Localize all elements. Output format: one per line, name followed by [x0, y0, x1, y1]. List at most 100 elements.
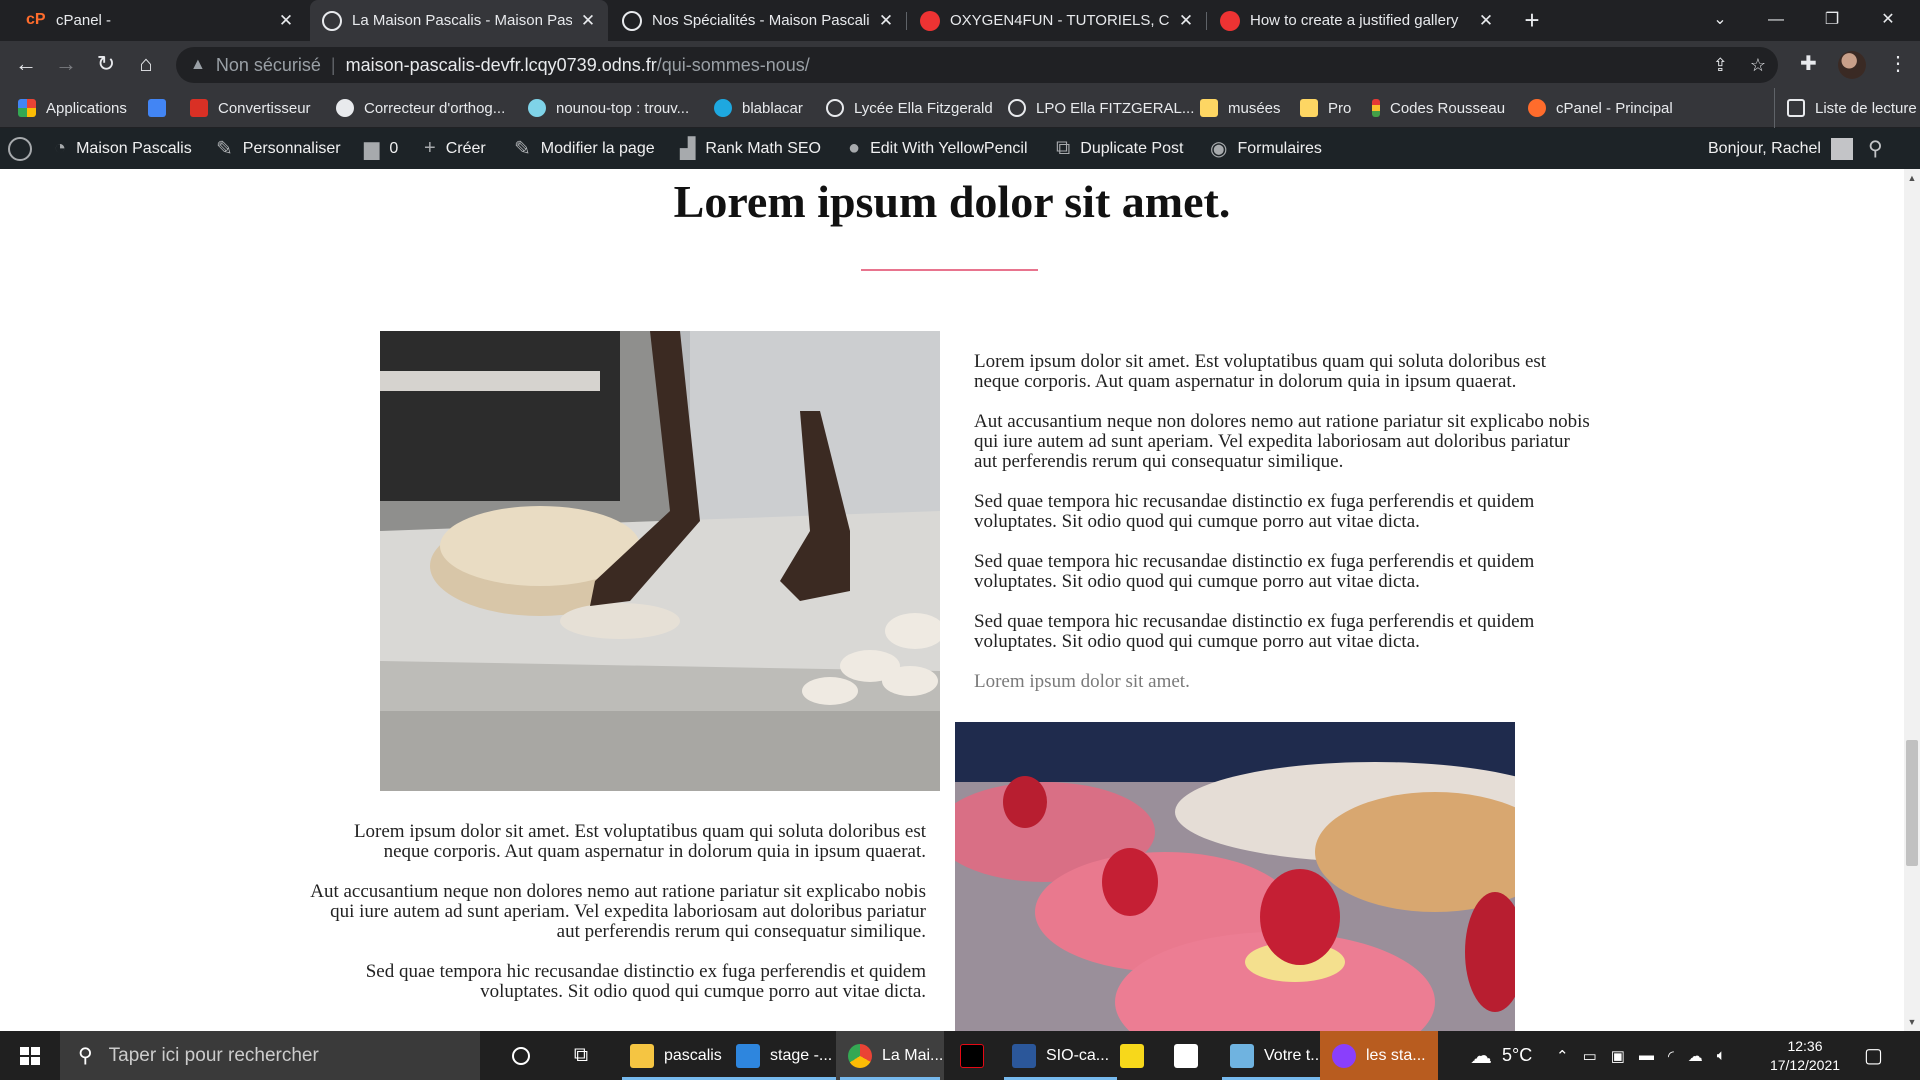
intro-text-left: Lorem ipsum dolor sit amet. Est voluptat…	[310, 822, 926, 1022]
back-button[interactable]: ←	[12, 51, 40, 79]
close-tab-icon[interactable]: ✕	[1178, 11, 1194, 31]
scrollbar-thumb[interactable]	[1906, 740, 1918, 866]
taskbar-app-messenger[interactable]: les sta...	[1320, 1031, 1438, 1080]
chevron-up-icon[interactable]: ⌃	[1556, 1047, 1569, 1065]
close-window-button[interactable]: ✕	[1860, 0, 1916, 41]
page-scrollbar[interactable]	[1904, 169, 1920, 1031]
taskbar-app-notion[interactable]	[1166, 1031, 1206, 1080]
wp-customize[interactable]: ✎ Personnaliser	[216, 128, 341, 169]
wp-comments[interactable]: ▆ 0	[364, 128, 398, 169]
close-tab-icon[interactable]: ✕	[580, 11, 596, 31]
bookmark-lycee-ella[interactable]: Lycée Ella Fitzgerald	[826, 88, 993, 128]
wp-yellowpencil[interactable]: ● Edit With YellowPencil	[848, 128, 1028, 169]
bookmark-correcteur[interactable]: Correcteur d'orthog...	[336, 88, 505, 128]
bookmark-translate[interactable]	[148, 88, 176, 128]
battery-icon[interactable]: ▬	[1639, 1047, 1654, 1064]
reload-button[interactable]: ↻	[92, 51, 120, 79]
taskbar-app-netflix[interactable]	[952, 1031, 992, 1080]
restore-button[interactable]: ❐	[1804, 0, 1860, 41]
camera-icon[interactable]: ▣	[1611, 1047, 1625, 1065]
extensions-puzzle-icon[interactable]: ✚	[1800, 51, 1817, 76]
taskbar-clock[interactable]: 12:36 17/12/2021	[1760, 1037, 1850, 1075]
wifi-icon[interactable]: ◜	[1668, 1047, 1674, 1065]
tab-oxygen4fun[interactable]: OXYGEN4FUN - TUTORIELS, CONSEILS ✕	[908, 0, 1206, 41]
minimize-button[interactable]: —	[1748, 0, 1804, 41]
google-translate-icon	[148, 99, 166, 117]
wp-new-content[interactable]: + Créer	[424, 128, 486, 169]
pastry-photo	[955, 722, 1515, 1031]
bookmark-folder-musees[interactable]: musées	[1200, 88, 1281, 128]
wp-logo-menu[interactable]	[8, 128, 42, 169]
oxygen4fun-icon	[920, 10, 940, 31]
bookmark-nounou-top[interactable]: nounou-top : trouv...	[528, 88, 689, 128]
bookmark-blablacar[interactable]: blablacar	[714, 88, 803, 128]
scroll-up-arrow-icon[interactable]: ▲	[1906, 172, 1918, 184]
wp-my-account[interactable]: Bonjour, Rachel	[1708, 128, 1853, 169]
security-label[interactable]: Non sécurisé	[216, 55, 321, 76]
wp-edit-page[interactable]: ✎ Modifier la page	[514, 128, 655, 169]
home-button[interactable]: ⌂	[132, 51, 160, 79]
wp-rank-math[interactable]: ▟ Rank Math SEO	[680, 128, 821, 169]
plus-icon: +	[424, 137, 436, 159]
cortana-icon[interactable]	[506, 1031, 536, 1080]
tab-title: Nos Spécialités - Maison Pascalis	[652, 12, 870, 29]
bookmark-lpo-ella[interactable]: LPO Ella FITZGERAL...	[1008, 88, 1194, 128]
bookmark-applications[interactable]: Applications	[18, 88, 127, 128]
chrome-menu-icon[interactable]: ⋮	[1888, 51, 1908, 76]
url-path: /qui-sommes-nous/	[656, 54, 810, 75]
tab-search-chevron-icon[interactable]: ⌄	[1692, 0, 1748, 41]
weather-widget[interactable]: ☁ 5°C	[1470, 1031, 1532, 1080]
clock-date: 17/12/2021	[1769, 1057, 1841, 1073]
task-view-icon[interactable]: ⧉	[566, 1031, 596, 1080]
avatar	[1830, 137, 1853, 160]
tab-title: La Maison Pascalis - Maison Pascalis	[352, 12, 572, 29]
wp-site-name[interactable]: ◔ Maison Pascalis	[54, 128, 192, 169]
new-tab-button[interactable]: +	[1517, 6, 1547, 36]
notepad-icon	[1230, 1043, 1254, 1068]
warning-icon[interactable]: ▲	[190, 56, 206, 74]
notifications-icon[interactable]: ▢	[1864, 1031, 1883, 1080]
tab-cpanel[interactable]: cP cPanel - ✕	[14, 0, 306, 41]
cpanel-icon: cP	[26, 10, 46, 28]
address-bar[interactable]: ▲ Non sécurisé | maison-pascalis-devfr.l…	[176, 47, 1778, 83]
bookmark-cpanel-principal[interactable]: cPanel - Principal	[1528, 88, 1673, 128]
taskbar-app-mail[interactable]: stage -...	[724, 1031, 844, 1080]
taskbar-app-sticky-notes[interactable]	[1112, 1031, 1152, 1080]
taskbar-app-word[interactable]: SIO-ca...	[1000, 1031, 1121, 1080]
wp-search-button[interactable]: ⚲	[1868, 128, 1893, 169]
share-icon[interactable]: ⇪	[1713, 55, 1728, 76]
cloud-sun-icon: ☁	[1470, 1042, 1492, 1068]
bookmark-codes-rousseau[interactable]: Codes Rousseau	[1372, 88, 1505, 128]
tab-la-maison-pascalis[interactable]: La Maison Pascalis - Maison Pascalis ✕	[310, 0, 608, 41]
close-tab-icon[interactable]: ✕	[1478, 11, 1494, 31]
pastry-photo-illustration	[955, 722, 1515, 1031]
reading-list[interactable]: Liste de lecture	[1774, 88, 1917, 128]
tab-nos-specialites[interactable]: Nos Spécialités - Maison Pascalis ✕	[610, 0, 906, 41]
start-button[interactable]	[0, 1031, 60, 1080]
apps-grid-icon	[18, 99, 36, 117]
close-tab-icon[interactable]: ✕	[878, 11, 894, 31]
scroll-down-arrow-icon[interactable]: ▼	[1906, 1016, 1918, 1028]
taskbar-search-input[interactable]: ⚲ Taper ici pour rechercher	[60, 1031, 480, 1080]
wp-forms[interactable]: ◉ Formulaires	[1210, 128, 1322, 169]
taskbar-app-explorer[interactable]: pascalis	[618, 1031, 734, 1080]
bookmark-convertisseur[interactable]: Convertisseur	[190, 88, 311, 128]
browser-toolbar: ← → ↻ ⌂ ▲ Non sécurisé | maison-pascalis…	[0, 41, 1920, 88]
network-icon[interactable]: ☁	[1688, 1047, 1703, 1065]
nounou-icon	[528, 99, 546, 117]
close-tab-icon[interactable]: ✕	[278, 11, 294, 31]
school-icon	[826, 99, 844, 117]
oxygen4fun-icon	[1220, 10, 1240, 31]
device-icon[interactable]: ▭	[1583, 1047, 1597, 1065]
browser-tab-strip: cP cPanel - ✕ La Maison Pascalis - Maiso…	[0, 0, 1920, 41]
tab-justified-gallery[interactable]: How to create a justified gallery ✕	[1208, 0, 1506, 41]
taskbar-app-chrome[interactable]: La Mai...	[836, 1031, 944, 1080]
profile-avatar[interactable]	[1838, 51, 1866, 79]
forward-button[interactable]: →	[52, 51, 80, 79]
bookmark-star-icon[interactable]: ☆	[1750, 55, 1766, 76]
volume-icon[interactable]: 🔈︎	[1717, 1047, 1726, 1064]
taskbar-app-votre[interactable]: Votre t...	[1218, 1031, 1336, 1080]
wp-duplicate-post[interactable]: ⧉ Duplicate Post	[1056, 128, 1183, 169]
bookmark-folder-pro[interactable]: Pro	[1300, 88, 1351, 128]
word-icon	[1012, 1043, 1036, 1068]
